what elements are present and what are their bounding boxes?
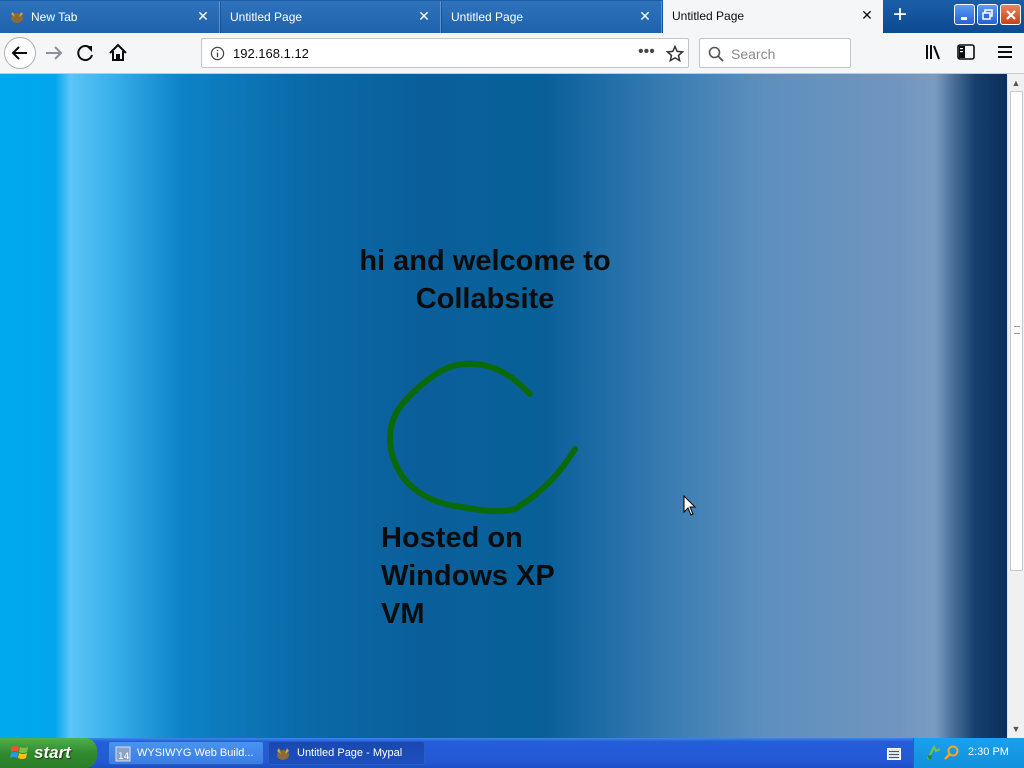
page-viewport: hi and welcome to Collabsite Hosted on W… <box>0 74 1007 738</box>
keyboard-icon[interactable] <box>887 747 901 765</box>
close-icon[interactable]: ✕ <box>860 8 874 22</box>
start-label: start <box>34 743 71 762</box>
bookmark-star-icon[interactable] <box>665 44 685 68</box>
start-button[interactable]: start <box>0 738 97 768</box>
tab-label: Untitled Page <box>672 9 745 23</box>
scroll-down-icon[interactable]: ▼ <box>1008 721 1024 737</box>
vertical-scrollbar[interactable]: ▲ ▼ <box>1007 74 1024 738</box>
window-close-button[interactable] <box>1000 4 1021 25</box>
back-arrow-icon <box>11 46 27 60</box>
scrollbar-thumb[interactable] <box>1010 91 1023 571</box>
taskbar: start 14 WYSIWYG Web Build... Untitled P… <box>0 738 1024 768</box>
green-scribble-drawing <box>387 360 578 515</box>
minimize-button[interactable] <box>954 4 975 25</box>
mypal-icon <box>275 746 291 765</box>
reload-button[interactable] <box>72 39 100 67</box>
svg-text:14: 14 <box>118 752 130 762</box>
search-icon <box>708 46 724 67</box>
scroll-up-icon[interactable]: ▲ <box>1008 75 1024 91</box>
close-icon[interactable]: ✕ <box>196 9 210 23</box>
taskbar-item-label: WYSIWYG Web Build... <box>137 747 254 759</box>
system-tray: 2:30 PM <box>913 738 1024 768</box>
page-heading: hi and welcome to Collabsite <box>359 245 611 315</box>
back-button[interactable] <box>4 37 36 69</box>
library-icon[interactable] <box>925 44 943 65</box>
minimize-icon <box>961 17 967 20</box>
forward-arrow-icon <box>46 46 63 60</box>
home-icon <box>109 43 127 61</box>
tab-strip: New Tab ✕ Untitled Page ✕ Untitled Page … <box>0 0 1024 34</box>
mouse-cursor-icon <box>683 495 697 516</box>
search-tray-icon[interactable] <box>944 745 960 764</box>
taskbar-item-wysiwyg[interactable]: 14 WYSIWYG Web Build... <box>108 741 264 765</box>
forward-button[interactable] <box>40 39 68 67</box>
tab-untitled-page[interactable]: Untitled Page ✕ <box>442 1 662 33</box>
tab-label: Untitled Page <box>451 10 524 24</box>
navigation-bar: 192.168.1.12 ••• Search <box>0 33 1024 74</box>
close-icon[interactable]: ✕ <box>638 9 652 23</box>
tab-label: New Tab <box>31 10 78 24</box>
tab-untitled-page[interactable]: Untitled Page ✕ <box>221 1 441 33</box>
hosted-text: Hosted on Windows XP VM <box>381 522 555 630</box>
url-bar[interactable]: 192.168.1.12 ••• <box>201 38 689 68</box>
menu-icon[interactable] <box>997 44 1013 65</box>
reload-icon <box>77 45 93 62</box>
windows-flag-icon <box>10 744 30 767</box>
network-icon[interactable] <box>926 744 942 764</box>
tab-new-tab[interactable]: New Tab ✕ <box>0 1 220 33</box>
tab-untitled-page-active[interactable]: Untitled Page ✕ <box>663 0 883 34</box>
wysiwyg-app-icon: 14 <box>115 746 131 765</box>
restore-icon <box>982 9 993 20</box>
grip-icon <box>1014 326 1020 334</box>
home-button[interactable] <box>104 39 132 67</box>
new-tab-button[interactable]: + <box>888 3 912 28</box>
close-icon[interactable]: ✕ <box>417 9 431 23</box>
tab-label: Untitled Page <box>230 10 303 24</box>
search-input[interactable]: Search <box>699 38 851 68</box>
taskbar-item-label: Untitled Page - Mypal <box>297 747 403 759</box>
sidebar-icon[interactable] <box>957 44 975 65</box>
info-icon[interactable] <box>210 46 225 66</box>
close-icon <box>1006 10 1016 20</box>
page-actions-icon[interactable]: ••• <box>638 43 655 61</box>
search-placeholder: Search <box>731 46 776 62</box>
restore-button[interactable] <box>977 4 998 25</box>
url-text[interactable]: 192.168.1.12 <box>233 46 309 61</box>
taskbar-item-mypal[interactable]: Untitled Page - Mypal <box>268 741 425 765</box>
clock: 2:30 PM <box>968 746 1009 758</box>
firefox-icon <box>9 10 25 24</box>
